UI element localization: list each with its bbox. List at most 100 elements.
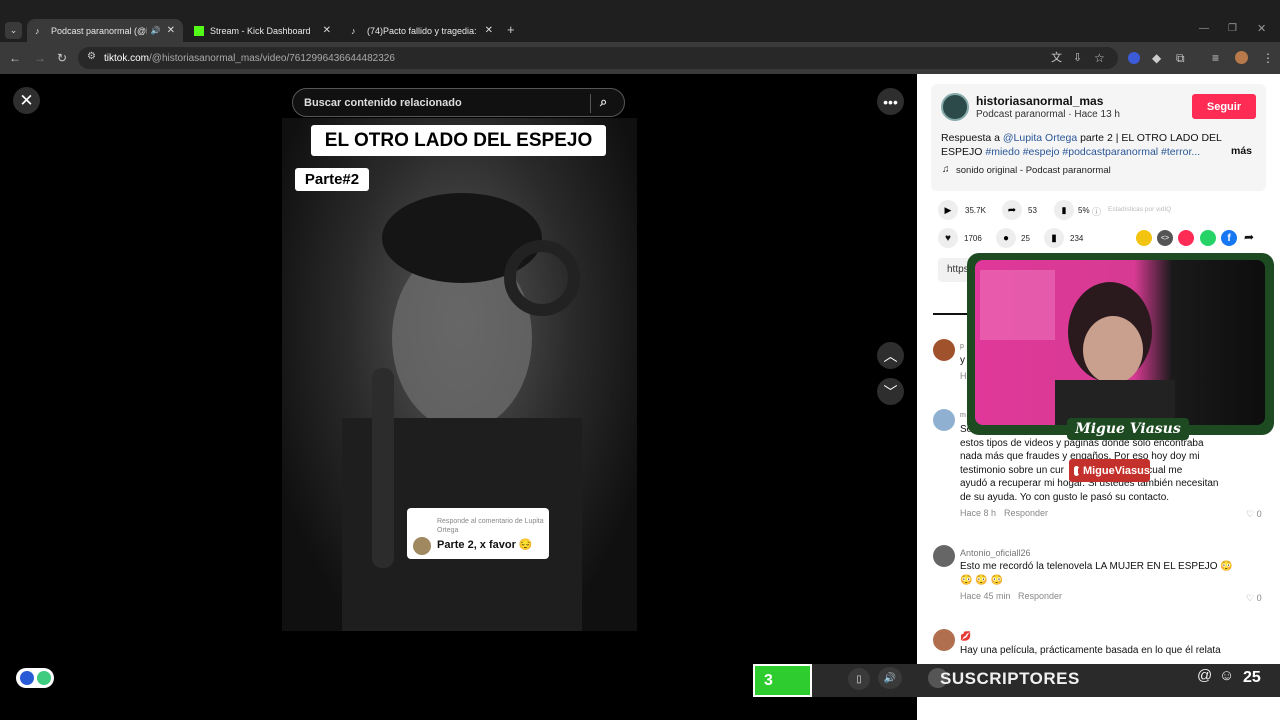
speaker-icon[interactable]: 🔊 [151,26,161,35]
previous-video-button[interactable]: ︿ [877,342,904,369]
save-count: 234 [1070,234,1084,243]
tab-tiktok-2[interactable]: ♪ (74)Pacto fallido y tragedia: una ✕ [343,19,501,42]
media-control-icon[interactable]: ≡ [1212,51,1219,65]
comment-button[interactable]: ● [996,228,1016,248]
send-icon[interactable] [1178,230,1194,246]
reply-button[interactable]: Responder [1018,591,1062,601]
author-subtitle: Podcast paranormal · Hace 13 h [976,109,1120,120]
close-tab-icon[interactable]: ✕ [167,25,175,36]
sound-link[interactable]: sonido original - Podcast paranormal [956,165,1111,176]
youtube-icon [1074,465,1083,476]
mention-icon[interactable]: @ [1197,667,1212,684]
subscribers-label: SUSCRIPTORES [940,669,1080,688]
next-video-button[interactable]: ﹀ [877,378,904,405]
extensions-puzzle-icon[interactable]: ⧉ [1176,51,1185,65]
extension-diamond-icon[interactable]: ◆ [1152,51,1161,65]
engagement-percent: 5% [1078,206,1090,215]
save-button[interactable]: ▮ [1044,228,1064,248]
comment-avatar[interactable] [933,629,955,651]
share-count: 53 [1028,206,1037,215]
reload-icon[interactable]: ↻ [57,51,67,65]
tiktok-icon: ♪ [351,25,356,36]
close-tab-icon[interactable]: ✕ [323,25,331,36]
video-overlay-part: Parte#2 [295,168,369,191]
menu-icon[interactable]: ⋮ [1262,51,1274,65]
comment-avatar[interactable] [933,545,955,567]
comment-avatar[interactable] [933,409,955,431]
stats-chart-icon: ▮ [1054,200,1074,220]
search-input[interactable]: Buscar contenido relacionado ⌕ [292,88,625,117]
minimize-icon[interactable]: — [1199,23,1209,34]
info-icon[interactable]: ⓘ [1092,205,1101,218]
comment-author[interactable]: p [960,343,964,350]
author-avatar[interactable] [941,93,969,121]
play-count: 35.7K [965,206,986,215]
comment-like-button[interactable]: ♡ 0 [1246,509,1262,520]
stats-note: Estadísticas por vidIQ [1108,206,1172,213]
close-tab-icon[interactable]: ✕ [485,25,493,36]
tab-tiktok[interactable]: ♪ Podcast paranormal (@histo 🔊 ✕ [27,19,183,42]
comments-tab-underline [933,313,969,315]
profile-avatar[interactable] [1235,51,1248,64]
like-button[interactable]: ♥ [938,228,958,248]
play-extension-icon [20,671,34,685]
comment-time: Hace 45 min [960,591,1011,601]
music-note-icon: ♫ [942,164,950,175]
comment-count: 25 [1021,234,1030,243]
tab-search-button[interactable]: ⌄ [5,22,22,39]
search-divider [590,94,591,113]
back-icon[interactable]: ← [9,51,21,65]
address-bar[interactable]: ⚙ tiktok.com/@historiasanormal_mas/video… [78,47,1118,69]
embed-icon[interactable]: <> [1157,230,1173,246]
webcam-image [980,270,1175,425]
comment-time: Hace 8 h [960,508,997,518]
hashtags[interactable]: #miedo #espejo #podcastparanormal #terro… [985,146,1200,158]
extension-icon[interactable] [1128,52,1140,64]
translate-icon[interactable]: 文 [1051,51,1062,65]
comment-avatar[interactable] [933,339,955,361]
repost-icon[interactable] [1136,230,1152,246]
volume-icon[interactable]: 🔊 [878,667,902,689]
close-window-icon[interactable]: ✕ [1257,22,1266,35]
comment-text: Hay una película, prácticamente basada e… [960,645,1221,656]
forward-icon[interactable]: → [34,51,46,65]
comment-text: Esto me recordó la telenovela LA MUJER E… [960,561,1233,586]
search-icon[interactable]: ⌕ [600,94,607,110]
comment-author[interactable]: 💋 [960,631,971,642]
comment-author[interactable]: m [960,412,966,419]
bookmark-star-icon[interactable]: ☆ [1094,51,1105,65]
share-count-icon: ➦ [1002,200,1022,220]
more-options-button[interactable]: ••• [877,88,904,115]
comment-text: y [960,355,965,366]
subscribers-count: 25 [1243,669,1261,686]
more-link[interactable]: más [1231,145,1252,157]
install-app-icon[interactable]: ⇩ [1073,51,1082,65]
reply-avatar [413,537,431,555]
kick-icon [194,25,204,36]
comment-like-button[interactable]: ♡ 0 [1246,593,1262,604]
follow-button[interactable]: Seguir [1192,94,1256,119]
mobile-view-icon[interactable]: ▯ [848,668,870,690]
like-count: 1706 [964,234,982,243]
mention-link[interactable]: @Lupita Ortega [1003,132,1077,144]
comment-author[interactable]: Antonio_oficiall26 [960,548,1031,558]
author-username[interactable]: historiasanormal_mas [976,94,1103,108]
play-count-icon: ▶ [938,200,958,220]
restore-icon[interactable]: ❐ [1228,23,1237,34]
whatsapp-icon[interactable] [1200,230,1216,246]
site-info-icon[interactable]: ⚙ [87,51,96,62]
webcam-name-tag: Migue Viasus [1067,418,1189,440]
status-extension-icon [37,671,51,685]
tab-kick[interactable]: Stream - Kick Dashboard ✕ [186,19,339,42]
webcam-feed [975,260,1265,425]
reply-sticker: Responde al comentario de Lupita Ortega … [407,508,549,559]
tiktok-icon: ♪ [35,25,40,36]
share-arrow-icon[interactable]: ➦ [1244,230,1254,244]
new-tab-button[interactable]: + [507,22,515,37]
reply-button[interactable]: Responder [1004,508,1048,518]
video-description: Respuesta a @Lupita Ortega parte 2 | EL … [941,132,1222,158]
extension-badge[interactable] [16,668,54,688]
facebook-icon[interactable]: f [1221,230,1237,246]
emoji-icon[interactable]: ☺ [1219,667,1234,684]
close-video-button[interactable]: ✕ [13,87,40,114]
